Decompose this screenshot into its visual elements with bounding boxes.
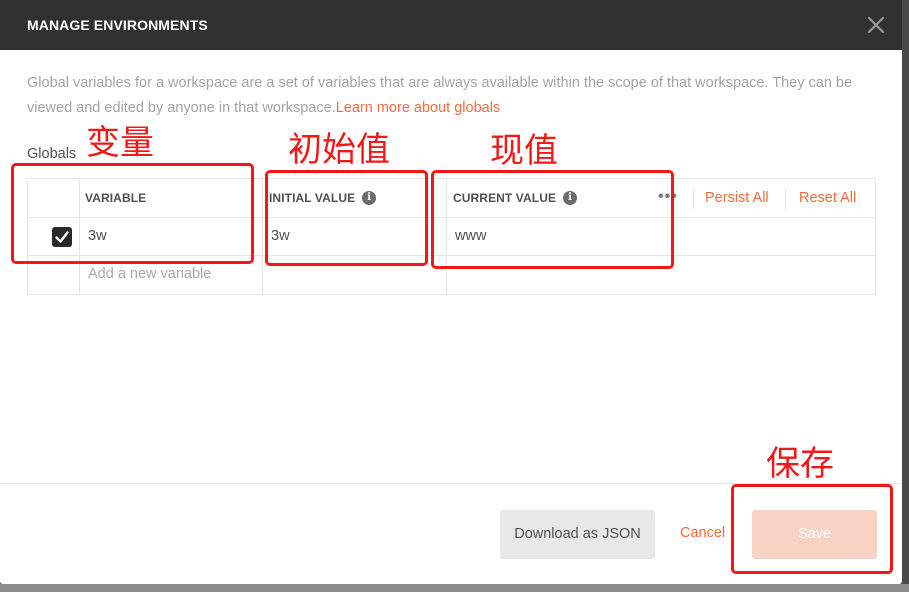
column-divider <box>262 179 263 294</box>
close-button[interactable] <box>864 13 888 37</box>
reset-all-link[interactable]: Reset All <box>799 190 856 206</box>
annotation-label-variable: 变量 <box>86 123 154 163</box>
close-icon <box>867 16 885 34</box>
cancel-button[interactable]: Cancel <box>680 525 725 541</box>
learn-more-link[interactable]: Learn more about globals <box>336 100 500 116</box>
download-json-button[interactable]: Download as JSON <box>500 510 655 559</box>
annotation-label-current-value: 现值 <box>490 131 558 171</box>
new-variable-input[interactable]: Add a new variable <box>88 266 211 282</box>
globals-section-label: Globals <box>27 146 77 162</box>
globals-description: Global variables for a workspace are a s… <box>27 71 877 121</box>
annotation-box-save <box>731 484 893 574</box>
annotation-label-initial-value: 初始值 <box>288 130 390 170</box>
header-divider <box>785 188 786 209</box>
annotation-box-initial-value <box>265 170 428 266</box>
backdrop-overlay <box>902 0 909 592</box>
modal-header: MANAGE ENVIRONMENTS <box>0 0 902 50</box>
header-divider <box>693 188 694 209</box>
annotation-box-variable <box>11 163 254 264</box>
annotation-box-current-value <box>431 170 674 269</box>
annotation-label-save: 保存 <box>766 444 834 484</box>
persist-all-link[interactable]: Persist All <box>705 190 769 206</box>
modal-title: MANAGE ENVIRONMENTS <box>27 17 208 33</box>
backdrop-bottom <box>0 584 909 592</box>
